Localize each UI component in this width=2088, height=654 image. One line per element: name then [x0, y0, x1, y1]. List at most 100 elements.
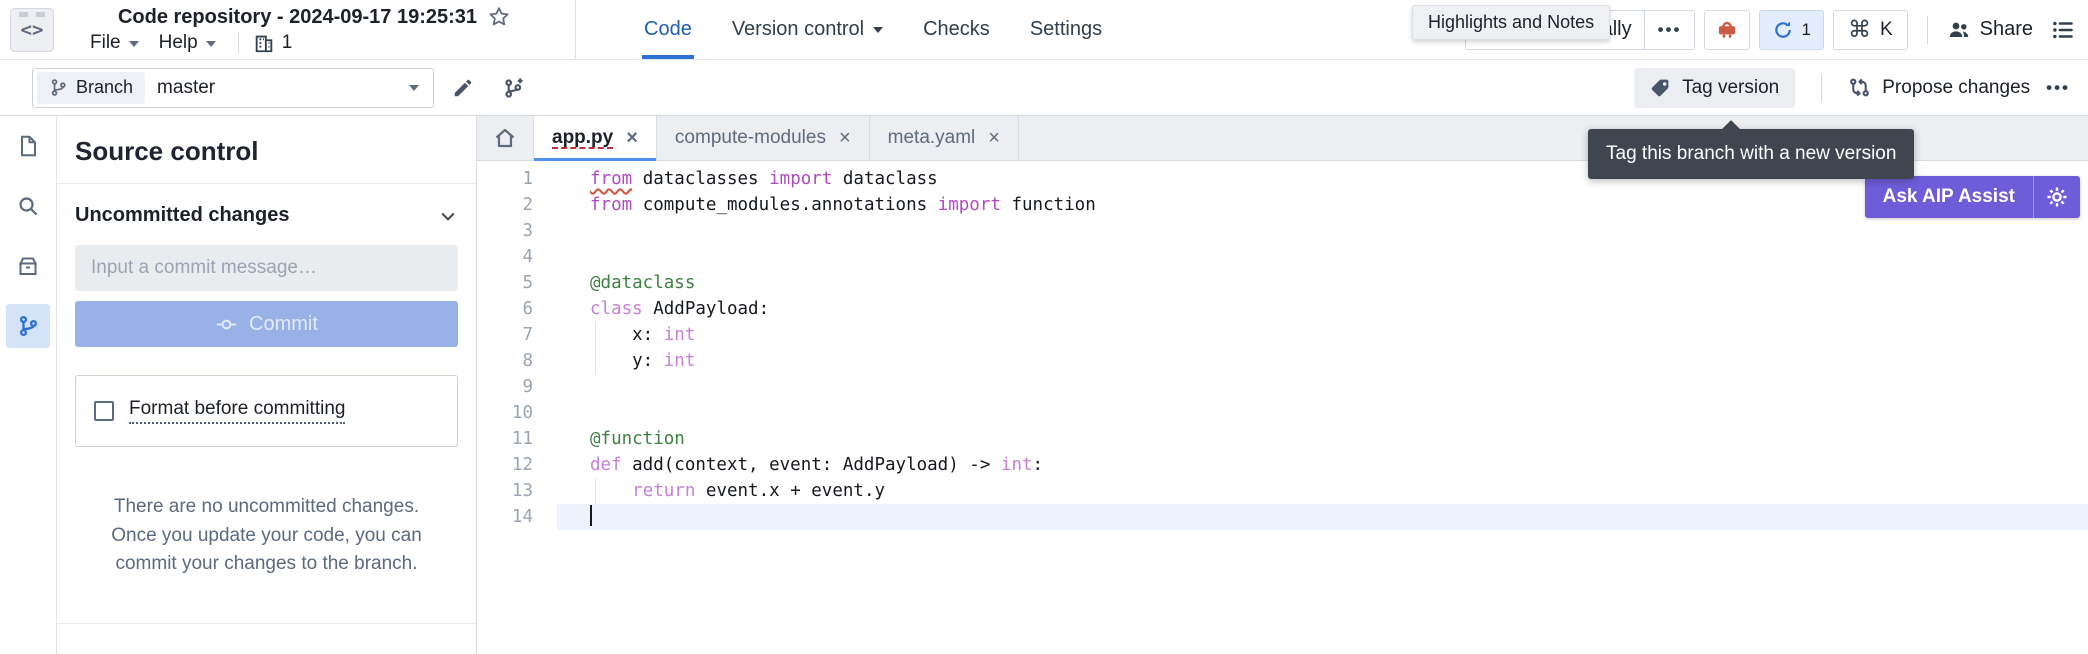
format-checkbox-label[interactable]: Format before committing [129, 398, 346, 424]
code-line[interactable]: 13 return event.x + event.y [477, 478, 2088, 504]
create-branch-button[interactable] [492, 67, 534, 109]
tag-version-tooltip: Tag this branch with a new version [1588, 129, 1915, 179]
text-cursor [590, 505, 592, 526]
app-logo[interactable]: <> [10, 7, 54, 52]
code-line-content: @dataclass [590, 273, 696, 293]
panel-title: Source control [75, 136, 259, 166]
page-title: Code repository - 2024-09-17 19:25:31 [117, 5, 478, 28]
format-checkbox[interactable] [94, 401, 114, 421]
code-line[interactable]: 9 [477, 374, 2088, 400]
resource-count-value: 1 [281, 32, 293, 53]
code-line[interactable]: 10 [477, 400, 2088, 426]
star-icon[interactable] [487, 5, 511, 29]
caret-down-icon [873, 27, 884, 38]
robot-icon [1714, 17, 1740, 43]
code-line[interactable]: 5 @dataclass [477, 270, 2088, 296]
rail-item-source-control[interactable] [6, 304, 50, 348]
line-number: 3 [522, 221, 533, 241]
building-icon [253, 32, 275, 54]
tab-code[interactable]: Code [642, 0, 694, 59]
rail-item-files[interactable] [6, 124, 50, 168]
code-line-content: y: int [557, 348, 2088, 374]
editor-tab-app-py[interactable]: app.py × [533, 116, 657, 161]
tab-checks[interactable]: Checks [923, 0, 990, 59]
propose-changes-button[interactable]: Propose changes [1848, 76, 2030, 99]
code-line-content: from compute_modules.annotations import … [590, 195, 1096, 215]
build-status-button[interactable]: 1 [1759, 9, 1824, 50]
code-line-content: def add(context, event: AddPayload) -> i… [590, 455, 1044, 475]
app-header: <> Code repository - 2024-09-17 19:25:31… [0, 0, 576, 59]
code-area[interactable]: 1 from dataclasses import dataclass 2 from … [477, 161, 2088, 654]
aip-settings-button[interactable] [2034, 176, 2080, 218]
code-line[interactable]: 2 from compute_modules.annotations import… [477, 192, 2088, 218]
close-icon[interactable]: × [626, 127, 638, 150]
code-line-content: return event.x + event.y [557, 478, 2088, 504]
branch-chip: Branch [37, 71, 146, 104]
home-button[interactable] [477, 116, 533, 160]
editor-tab-meta-yaml[interactable]: meta.yaml × [870, 116, 1019, 160]
section-title: Uncommitted changes [75, 204, 290, 226]
top-bar: <> Code repository - 2024-09-17 19:25:31… [0, 0, 2088, 60]
tag-icon [1650, 77, 1671, 98]
people-icon [1947, 18, 1971, 42]
chevron-down-icon[interactable] [438, 206, 458, 226]
propose-changes-label: Propose changes [1882, 76, 2031, 98]
share-button[interactable]: Share [1947, 18, 2033, 42]
code-line[interactable]: 14 [477, 504, 2088, 530]
code-editor: app.py × compute-modules × meta.yaml × 1… [477, 116, 2088, 654]
document-icon [16, 134, 40, 158]
ask-aip-assist-button[interactable]: Ask AIP Assist [1864, 176, 2080, 218]
menu-file[interactable]: File [82, 32, 147, 54]
code-line[interactable]: 12 def add(context, event: AddPayload) ->… [477, 452, 2088, 478]
divider [1926, 15, 1928, 44]
code-line[interactable]: 7 x: int [477, 322, 2088, 348]
robot-button[interactable] [1704, 9, 1751, 50]
line-number: 6 [522, 299, 533, 319]
tab-settings-label: Settings [1029, 18, 1103, 40]
branch-toolbar: Branch master Tag version Propose change… [0, 60, 2088, 116]
editor-tab-compute-modules[interactable]: compute-modules × [657, 116, 870, 160]
code-line-content [557, 400, 2088, 426]
code-line[interactable]: 4 [477, 244, 2088, 270]
tag-version-button[interactable]: Tag version [1634, 67, 1796, 108]
tab-checks-label: Checks [923, 18, 990, 40]
git-branch-icon [16, 314, 40, 338]
more-options-button[interactable]: ••• [1643, 10, 1695, 49]
commit-icon [215, 313, 238, 336]
tab-version-control[interactable]: Version control [731, 0, 884, 59]
archive-box-icon [16, 254, 40, 278]
code-line-content [557, 218, 2088, 244]
pencil-icon [452, 77, 474, 99]
tab-settings[interactable]: Settings [1030, 0, 1102, 59]
list-icon[interactable] [2050, 17, 2076, 43]
rail-item-packages[interactable] [6, 244, 50, 288]
resource-counter[interactable]: 1 [253, 32, 293, 54]
code-line[interactable]: 6 class AddPayload: [477, 296, 2088, 322]
close-icon[interactable]: × [839, 127, 851, 150]
aip-assist-label[interactable]: Ask AIP Assist [1865, 176, 2033, 218]
line-number: 5 [522, 273, 533, 293]
tab-label: compute-modules [674, 127, 826, 148]
code-line-content: x: int [557, 322, 2088, 348]
uncommitted-changes-section[interactable]: Uncommitted changes [75, 204, 458, 227]
menu-help[interactable]: Help [151, 32, 224, 54]
rail-item-search[interactable] [6, 184, 50, 228]
tooltip-text: Highlights and Notes [1428, 12, 1595, 32]
home-icon [493, 126, 517, 150]
commit-message-input[interactable] [75, 245, 458, 291]
branch-more-options-button[interactable]: ••• [2046, 78, 2070, 98]
tab-version-control-label: Version control [731, 18, 865, 40]
edit-branch-button[interactable] [442, 67, 484, 109]
code-line[interactable]: 8 y: int [477, 348, 2088, 374]
branch-plus-icon [502, 76, 525, 99]
commit-button[interactable]: Commit [75, 301, 458, 347]
code-line-content: class AddPayload: [590, 299, 770, 319]
branch-selector[interactable]: Branch master [32, 67, 434, 108]
line-number: 10 [511, 403, 533, 423]
code-line[interactable]: 11 @function [477, 426, 2088, 452]
line-number: 12 [511, 455, 533, 475]
close-icon[interactable]: × [988, 127, 1000, 150]
command-palette-button[interactable]: ⌘ K [1832, 9, 1908, 50]
line-number: 8 [522, 351, 533, 371]
code-line[interactable]: 3 [477, 218, 2088, 244]
